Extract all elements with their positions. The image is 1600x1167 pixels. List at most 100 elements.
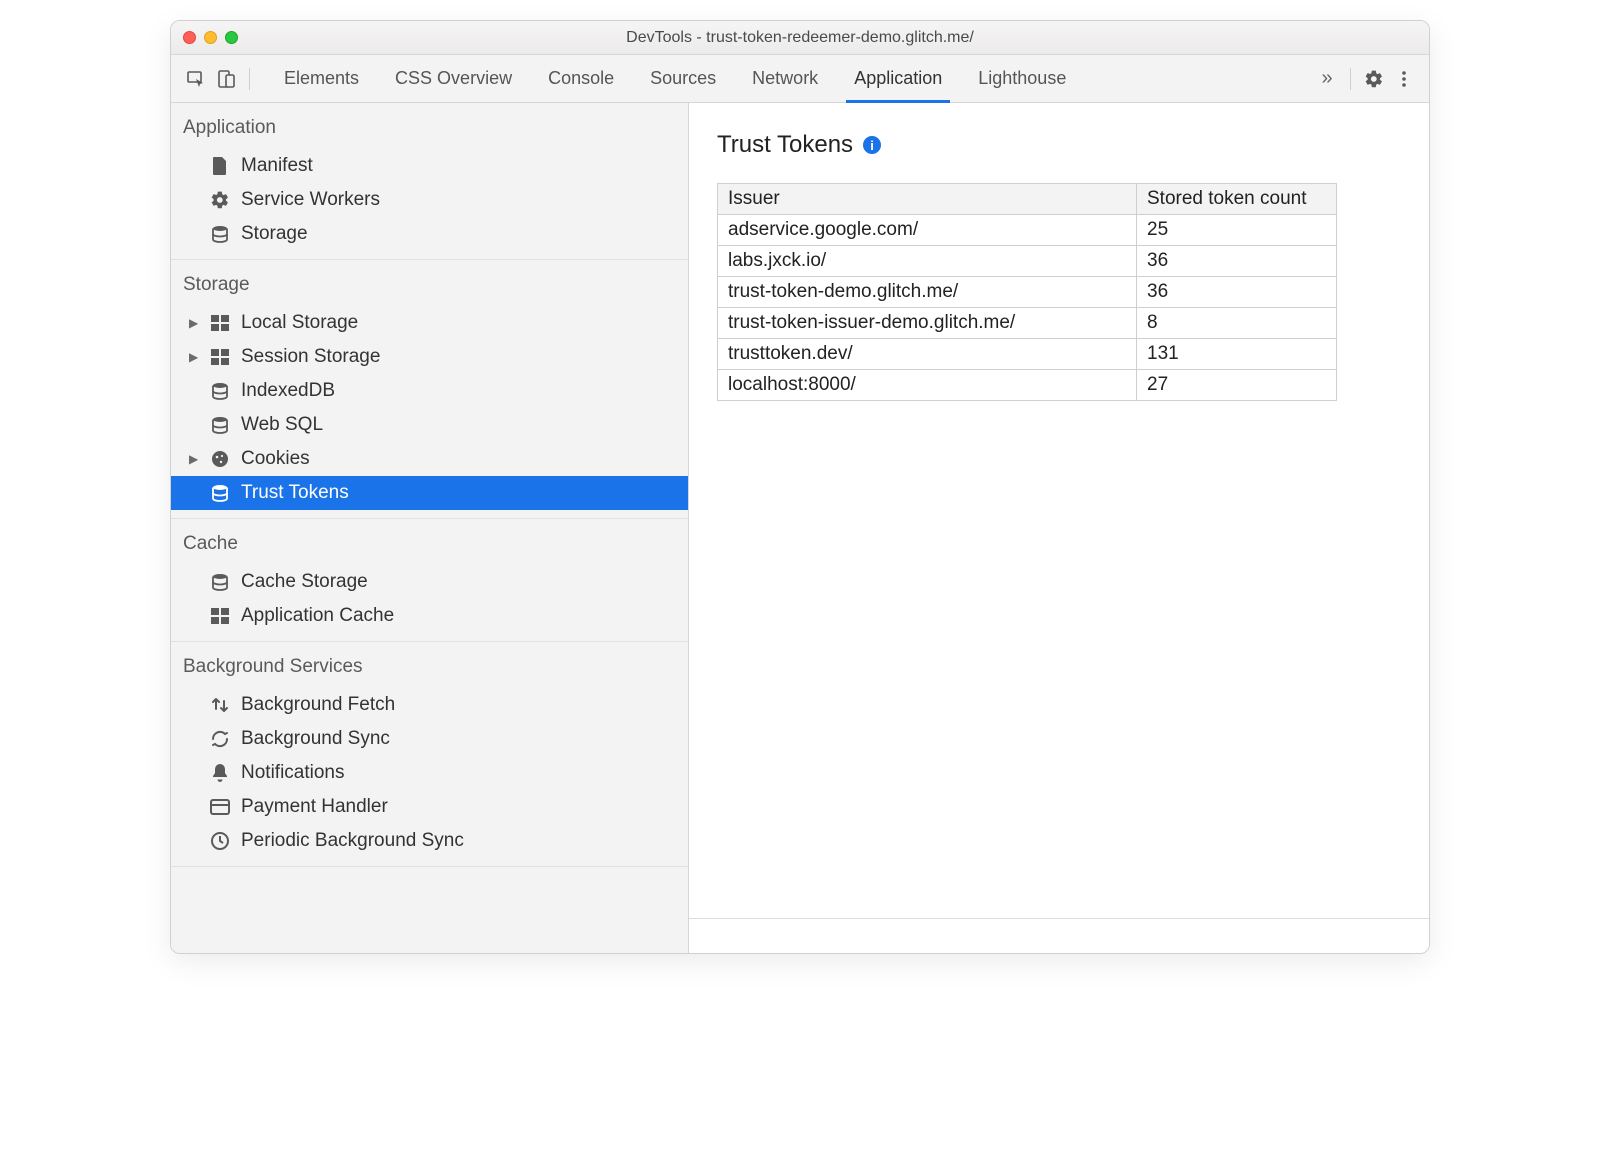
disclosure-triangle-icon[interactable]: ▶ xyxy=(189,316,201,330)
sidebar-item-label: Periodic Background Sync xyxy=(241,830,464,852)
sidebar-group-storage: Storage xyxy=(171,260,688,306)
sync-icon xyxy=(209,729,231,749)
db-icon xyxy=(209,573,231,591)
sidebar-item-label: Trust Tokens xyxy=(241,482,349,504)
cell-issuer: trusttoken.dev/ xyxy=(718,339,1137,370)
info-icon[interactable]: i xyxy=(863,136,881,154)
sidebar-group-cache: Cache xyxy=(171,519,688,565)
cell-issuer: trust-token-issuer-demo.glitch.me/ xyxy=(718,308,1137,339)
tab-css-overview[interactable]: CSS Overview xyxy=(377,55,530,103)
panel-divider xyxy=(689,918,1429,919)
sidebar-item-label: Service Workers xyxy=(241,189,380,211)
sidebar-item-local-storage[interactable]: ▶ Local Storage xyxy=(171,306,688,340)
table-row[interactable]: trust-token-issuer-demo.glitch.me/8 xyxy=(718,308,1337,339)
cell-issuer: labs.jxck.io/ xyxy=(718,246,1137,277)
devtools-window: DevTools - trust-token-redeemer-demo.gli… xyxy=(170,20,1430,954)
panel-title-row: Trust Tokens i xyxy=(717,131,1401,159)
devtools-body: ApplicationManifest Service Workers Storag… xyxy=(171,103,1429,953)
sidebar-item-web-sql[interactable]: Web SQL xyxy=(171,408,688,442)
window-title: DevTools - trust-token-redeemer-demo.gli… xyxy=(171,29,1429,47)
inspect-element-icon[interactable] xyxy=(183,66,209,92)
devtools-toolbar: ElementsCSS OverviewConsoleSourcesNetwor… xyxy=(171,55,1429,103)
main-panel: Trust Tokens i Issuer Stored token count… xyxy=(689,103,1429,953)
sidebar-item-label: Storage xyxy=(241,223,308,245)
sidebar-item-periodic-background-sync[interactable]: Periodic Background Sync xyxy=(171,824,688,858)
sidebar-item-manifest[interactable]: Manifest xyxy=(171,149,688,183)
application-sidebar: ApplicationManifest Service Workers Storag… xyxy=(171,103,689,953)
db-icon xyxy=(209,225,231,243)
panel-tabs: ElementsCSS OverviewConsoleSourcesNetwor… xyxy=(266,55,1310,103)
device-toggle-icon[interactable] xyxy=(213,66,239,92)
table-row[interactable]: adservice.google.com/25 xyxy=(718,215,1337,246)
sidebar-item-label: Notifications xyxy=(241,762,345,784)
tab-sources[interactable]: Sources xyxy=(632,55,734,103)
cookie-icon xyxy=(209,449,231,469)
trust-tokens-table: Issuer Stored token count adservice.goog… xyxy=(717,183,1337,401)
tab-network[interactable]: Network xyxy=(734,55,836,103)
cell-count: 36 xyxy=(1137,277,1337,308)
card-icon xyxy=(209,799,231,815)
sidebar-item-notifications[interactable]: Notifications xyxy=(171,756,688,790)
gear-icon xyxy=(209,190,231,210)
sidebar-group-background-services: Background Services xyxy=(171,642,688,688)
cell-count: 27 xyxy=(1137,370,1337,401)
sidebar-item-label: Background Sync xyxy=(241,728,390,750)
sidebar-item-label: Web SQL xyxy=(241,414,323,436)
sidebar-item-application-cache[interactable]: Application Cache xyxy=(171,599,688,633)
sidebar-item-payment-handler[interactable]: Payment Handler xyxy=(171,790,688,824)
cell-count: 36 xyxy=(1137,246,1337,277)
sidebar-item-label: Application Cache xyxy=(241,605,394,627)
sidebar-item-background-fetch[interactable]: Background Fetch xyxy=(171,688,688,722)
grid-icon xyxy=(209,608,231,624)
table-row[interactable]: labs.jxck.io/36 xyxy=(718,246,1337,277)
tab-application[interactable]: Application xyxy=(836,55,960,103)
column-header-count[interactable]: Stored token count xyxy=(1137,184,1337,215)
sidebar-item-cookies[interactable]: ▶ Cookies xyxy=(171,442,688,476)
window-titlebar: DevTools - trust-token-redeemer-demo.gli… xyxy=(171,21,1429,55)
kebab-menu-icon[interactable] xyxy=(1391,66,1417,92)
sidebar-item-background-sync[interactable]: Background Sync xyxy=(171,722,688,756)
table-row[interactable]: trusttoken.dev/131 xyxy=(718,339,1337,370)
panel-title: Trust Tokens xyxy=(717,131,853,159)
disclosure-triangle-icon[interactable]: ▶ xyxy=(189,350,201,364)
grid-icon xyxy=(209,315,231,331)
tab-console[interactable]: Console xyxy=(530,55,632,103)
sidebar-item-indexeddb[interactable]: IndexedDB xyxy=(171,374,688,408)
db-icon xyxy=(209,382,231,400)
disclosure-triangle-icon[interactable]: ▶ xyxy=(189,452,201,466)
cell-issuer: adservice.google.com/ xyxy=(718,215,1137,246)
cell-issuer: localhost:8000/ xyxy=(718,370,1137,401)
table-row[interactable]: localhost:8000/27 xyxy=(718,370,1337,401)
cell-count: 25 xyxy=(1137,215,1337,246)
sidebar-divider xyxy=(171,866,688,867)
more-tabs-icon[interactable]: » xyxy=(1314,66,1340,92)
sidebar-item-service-workers[interactable]: Service Workers xyxy=(171,183,688,217)
tab-elements[interactable]: Elements xyxy=(266,55,377,103)
column-header-issuer[interactable]: Issuer xyxy=(718,184,1137,215)
table-row[interactable]: trust-token-demo.glitch.me/36 xyxy=(718,277,1337,308)
sidebar-item-session-storage[interactable]: ▶ Session Storage xyxy=(171,340,688,374)
db-icon xyxy=(209,416,231,434)
sidebar-group-application: Application xyxy=(171,103,688,149)
bell-icon xyxy=(209,763,231,783)
sidebar-item-cache-storage[interactable]: Cache Storage xyxy=(171,565,688,599)
sidebar-item-storage[interactable]: Storage xyxy=(171,217,688,251)
file-icon xyxy=(209,156,231,176)
cell-issuer: trust-token-demo.glitch.me/ xyxy=(718,277,1137,308)
sidebar-item-label: Payment Handler xyxy=(241,796,388,818)
settings-icon[interactable] xyxy=(1361,66,1387,92)
toolbar-separator xyxy=(249,68,250,90)
sidebar-item-label: Local Storage xyxy=(241,312,358,334)
clock-icon xyxy=(209,831,231,851)
db-icon xyxy=(209,484,231,502)
cell-count: 131 xyxy=(1137,339,1337,370)
sidebar-item-label: Session Storage xyxy=(241,346,380,368)
grid-icon xyxy=(209,349,231,365)
tab-lighthouse[interactable]: Lighthouse xyxy=(960,55,1084,103)
cell-count: 8 xyxy=(1137,308,1337,339)
sidebar-item-label: Cache Storage xyxy=(241,571,368,593)
sidebar-item-label: IndexedDB xyxy=(241,380,335,402)
sidebar-item-label: Cookies xyxy=(241,448,310,470)
updown-icon xyxy=(209,695,231,715)
sidebar-item-trust-tokens[interactable]: Trust Tokens xyxy=(171,476,688,510)
